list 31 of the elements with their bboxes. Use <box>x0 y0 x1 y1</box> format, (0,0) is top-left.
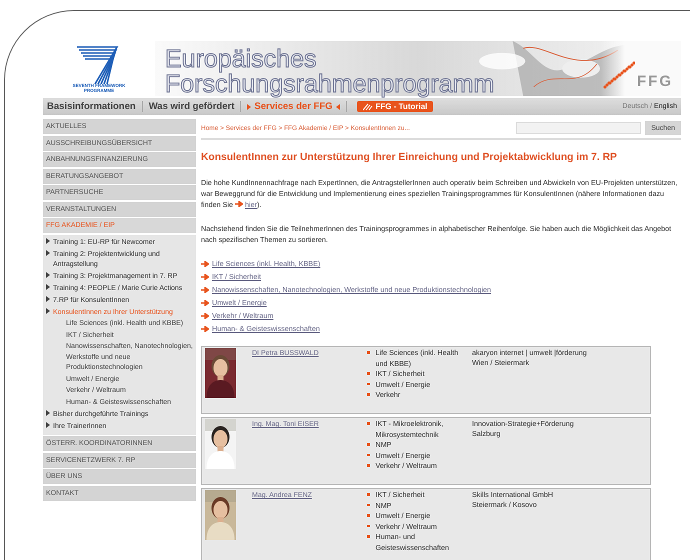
bullet-icon <box>367 422 370 424</box>
arrow-icon <box>201 312 209 318</box>
bullet-icon <box>367 514 370 516</box>
bullet-icon <box>367 524 370 527</box>
brand-name: FFG <box>637 73 673 90</box>
bullet-icon <box>367 464 370 466</box>
bullet-icon <box>367 372 370 374</box>
triangle-icon <box>336 104 340 110</box>
triangle-icon <box>247 104 252 110</box>
arrow-icon <box>201 300 209 306</box>
bullet-icon <box>367 382 370 385</box>
page-title: KonsulentInnen zur Unterstützung Ihrer Einreichung und Projektabwicklung im 7. RP <box>201 152 618 163</box>
arrow-icon <box>201 326 209 332</box>
arrow-icon <box>201 260 209 266</box>
bullet-icon <box>367 493 370 496</box>
bullet-icon <box>367 351 370 354</box>
nav-tab[interactable]: Basisinformationen <box>47 101 136 112</box>
dots-logo-icon <box>601 60 635 90</box>
arrow-icon <box>234 201 243 207</box>
bullet-icon <box>367 393 370 396</box>
search-field[interactable] <box>516 122 642 134</box>
bullet-icon <box>367 504 370 506</box>
banner-title: Forschungsrahmenprogramm <box>165 72 494 97</box>
arrow-icon <box>201 274 209 280</box>
bullet-icon <box>367 454 370 456</box>
banner-title: Europäisches <box>165 47 318 72</box>
tutorial-button[interactable]: FFG - Tutorial <box>356 101 434 112</box>
arrow-icon <box>201 286 209 292</box>
bullet-icon <box>367 535 370 538</box>
nav-tab[interactable]: Was wird gefördert <box>148 101 234 112</box>
bullet-icon <box>367 443 370 446</box>
